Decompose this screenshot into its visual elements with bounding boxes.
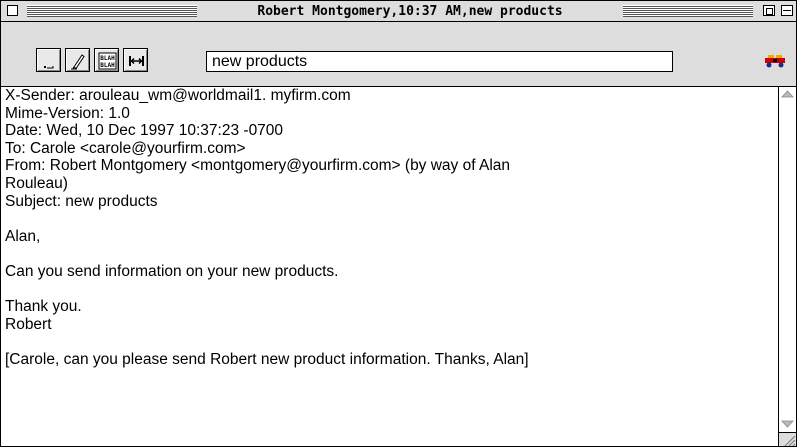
signature-pen-icon	[71, 54, 85, 70]
closing-line: Thank you.	[5, 298, 82, 316]
mail-window: Robert Montgomery,10:37 AM,new products …	[0, 0, 797, 447]
close-box-icon[interactable]	[7, 5, 18, 16]
header-subject: Subject: new products	[5, 192, 158, 210]
vertical-scrollbar[interactable]	[778, 87, 796, 446]
header-from-continued: Rouleau)	[5, 174, 68, 192]
resize-grow-box[interactable]	[778, 432, 796, 446]
title-bar[interactable]: Robert Montgomery,10:37 AM,new products	[1, 1, 796, 22]
scroll-up-button[interactable]	[779, 87, 796, 103]
scroll-down-arrow-icon	[781, 420, 794, 428]
svg-text:BLAH: BLAH	[100, 55, 115, 62]
title-bar-stripes-left	[27, 5, 197, 17]
message-text: X-Sender: arouleau_wm@worldmail1. myfirm…	[5, 87, 775, 369]
header-x-sender: X-Sender: arouleau_wm@worldmail1. myfirm…	[5, 87, 351, 104]
greeting: Alan,	[5, 227, 41, 245]
scroll-track[interactable]	[779, 103, 796, 415]
blah-blah-icon: BLAH BLAH	[98, 52, 117, 70]
expand-width-icon	[129, 56, 144, 66]
expand-width-button[interactable]	[123, 48, 148, 72]
mail-out-button[interactable]	[36, 48, 61, 72]
header-date: Date: Wed, 10 Dec 1997 10:37:23 -0700	[5, 122, 284, 140]
title-bar-stripes-right	[623, 5, 753, 17]
forward-note: [Carole, can you please send Robert new …	[5, 350, 529, 368]
car-icon[interactable]	[763, 54, 787, 68]
collapse-box-icon[interactable]	[781, 5, 793, 16]
resize-grip-icon	[784, 435, 796, 446]
scroll-down-button[interactable]	[779, 415, 796, 431]
svg-text:BLAH: BLAH	[100, 62, 115, 69]
scroll-up-arrow-icon	[781, 90, 794, 98]
signature-name: Robert	[5, 315, 52, 333]
header-from: From: Robert Montgomery <montgomery@your…	[5, 157, 511, 175]
window-title: Robert Montgomery,10:37 AM,new products	[201, 3, 619, 20]
mail-out-icon	[44, 66, 54, 69]
header-mime-version: Mime-Version: 1.0	[5, 104, 130, 122]
body-paragraph: Can you send information on your new pro…	[5, 262, 339, 280]
header-to: To: Carole <carole@yourfirm.com>	[5, 139, 246, 157]
toolbar: BLAH BLAH new products	[1, 22, 796, 87]
message-body[interactable]: X-Sender: arouleau_wm@worldmail1. myfirm…	[1, 87, 777, 446]
zoom-box-icon[interactable]	[763, 5, 775, 16]
subject-field[interactable]: new products	[206, 51, 673, 72]
blah-button[interactable]: BLAH BLAH	[94, 48, 119, 72]
signature-button[interactable]	[65, 48, 90, 72]
